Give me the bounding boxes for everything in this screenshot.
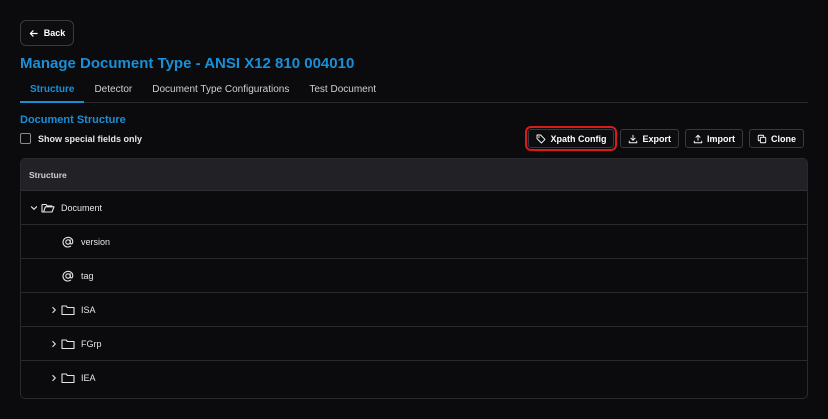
special-fields-toggle[interactable]: Show special fields only (20, 133, 142, 144)
chevron-right-icon[interactable] (50, 374, 58, 382)
tree-row-label: version (81, 237, 111, 247)
table-header: Structure (21, 159, 807, 191)
tree-row-label: IEA (81, 373, 96, 383)
chevron-right-icon[interactable] (50, 306, 58, 314)
import-label: Import (706, 133, 735, 144)
tree-row-isa[interactable]: ISA (21, 293, 807, 327)
clone-button[interactable]: Clone (748, 129, 804, 148)
tab-structure[interactable]: Structure (20, 82, 85, 103)
tab-detector[interactable]: Detector (84, 82, 142, 101)
back-button[interactable]: Back (20, 20, 74, 46)
at-sign-icon (62, 270, 74, 282)
tree-row-document[interactable]: Document (21, 191, 807, 225)
upload-icon (693, 134, 703, 143)
folder-icon (61, 373, 75, 384)
import-button[interactable]: Import (684, 129, 743, 148)
tag-icon (537, 134, 546, 143)
chevron-right-icon[interactable] (50, 340, 58, 348)
tab-document-type-configurations[interactable]: Document Type Configurations (142, 82, 299, 101)
export-button[interactable]: Export (620, 129, 679, 148)
section-title: Document Structure (20, 114, 126, 126)
special-fields-label: Show special fields only (38, 133, 143, 144)
tab-bar: Structure Detector Document Type Configu… (20, 82, 808, 103)
folder-open-icon (41, 203, 55, 213)
folder-icon (61, 305, 75, 316)
structure-column-header: Structure (29, 169, 67, 180)
clone-label: Clone (770, 133, 796, 144)
back-button-label: Back (43, 28, 66, 38)
tree-row-label: FGrp (81, 339, 102, 349)
chevron-down-icon[interactable] (30, 204, 38, 212)
tree-row-tag[interactable]: tag (21, 259, 807, 293)
arrow-left-icon (29, 29, 38, 37)
copy-icon (757, 134, 767, 143)
xpath-config-label: Xpath Config (550, 133, 607, 144)
manage-document-type-page: Back Manage Document Type - ANSI X12 810… (0, 0, 828, 419)
export-label: Export (642, 133, 671, 144)
at-sign-icon (62, 236, 74, 248)
special-fields-checkbox[interactable] (20, 133, 31, 144)
tree-row-version[interactable]: version (21, 225, 807, 259)
tree-row-label: tag (81, 271, 94, 281)
toolbar: Xpath Config Export Import Clone (525, 126, 804, 151)
tab-test-document[interactable]: Test Document (299, 82, 386, 101)
folder-icon (61, 339, 75, 350)
tree-row-label: ISA (81, 305, 96, 315)
download-icon (629, 134, 638, 143)
structure-table: Structure Document version tag ISA FGrp … (20, 158, 808, 399)
xpath-config-button[interactable]: Xpath Config (525, 126, 618, 151)
tree-row-iea[interactable]: IEA (21, 361, 807, 395)
page-title: Manage Document Type - ANSI X12 810 0040… (20, 55, 355, 72)
tree-row-fgrp[interactable]: FGrp (21, 327, 807, 361)
tree-row-label: Document (61, 203, 103, 213)
